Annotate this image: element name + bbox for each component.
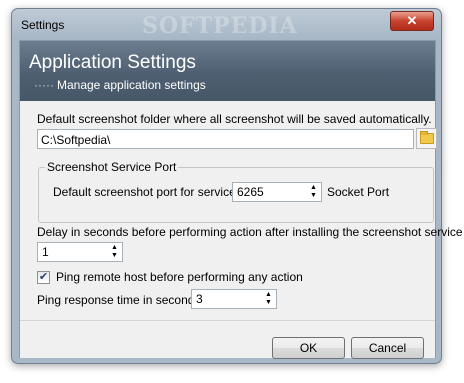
delay-value: 1: [42, 245, 49, 259]
spin-down-icon[interactable]: ▼: [307, 192, 320, 200]
browse-folder-button[interactable]: [416, 128, 437, 149]
close-button[interactable]: ✕: [390, 11, 434, 31]
ok-button[interactable]: OK: [272, 337, 345, 359]
folder-icon: [420, 131, 434, 144]
ping-response-value: 3: [196, 292, 203, 306]
folder-input[interactable]: C:\Softpedia\: [37, 129, 414, 149]
header-title: Application Settings: [29, 52, 196, 73]
spin-up-icon[interactable]: ▲: [108, 244, 121, 252]
window-title: Settings: [21, 18, 65, 32]
header-subtitle: ····· Manage application settings: [34, 78, 206, 92]
spin-up-icon[interactable]: ▲: [262, 291, 275, 299]
ping-response-stepper-arrows: ▲ ▼: [262, 291, 275, 307]
subtitle-text: Manage application settings: [56, 78, 206, 92]
title-bar[interactable]: Settings SOFTPEDIA ✕: [12, 9, 441, 39]
port-suffix: Socket Port: [327, 185, 390, 199]
port-stepper[interactable]: 6265 ▲ ▼: [232, 182, 322, 202]
spin-down-icon[interactable]: ▼: [108, 252, 121, 260]
folder-label: Default screenshot folder where all scre…: [37, 112, 432, 126]
port-label: Default screenshot port for service:: [53, 185, 240, 199]
port-group-title: Screenshot Service Port: [45, 160, 179, 174]
ping-response-label: Ping response time in seconds:: [37, 293, 204, 307]
close-icon: ✕: [406, 13, 418, 28]
delay-stepper-arrows: ▲ ▼: [108, 244, 121, 260]
port-value: 6265: [237, 185, 264, 199]
checkmark-icon: ✔: [38, 271, 49, 283]
spin-down-icon[interactable]: ▼: [262, 299, 275, 307]
cancel-button[interactable]: Cancel: [351, 337, 424, 359]
watermark-logo: SOFTPEDIA: [142, 13, 298, 39]
ping-response-stepper[interactable]: 3 ▲ ▼: [191, 289, 277, 309]
settings-window: Settings SOFTPEDIA ✕ Application Setting…: [11, 8, 463, 364]
header-banner: Application Settings ····· Manage applica…: [20, 41, 435, 101]
port-stepper-arrows: ▲ ▼: [307, 184, 320, 200]
delay-label: Delay in seconds before performing actio…: [37, 225, 463, 239]
spin-up-icon[interactable]: ▲: [307, 184, 320, 192]
ping-checkbox[interactable]: ✔: [37, 271, 50, 284]
delay-stepper[interactable]: 1 ▲ ▼: [37, 242, 123, 262]
dialog-body: Application Settings ····· Manage applica…: [19, 40, 463, 359]
subtitle-dots: ·····: [34, 78, 54, 92]
ping-checkbox-label[interactable]: Ping remote host before performing any a…: [56, 270, 303, 284]
